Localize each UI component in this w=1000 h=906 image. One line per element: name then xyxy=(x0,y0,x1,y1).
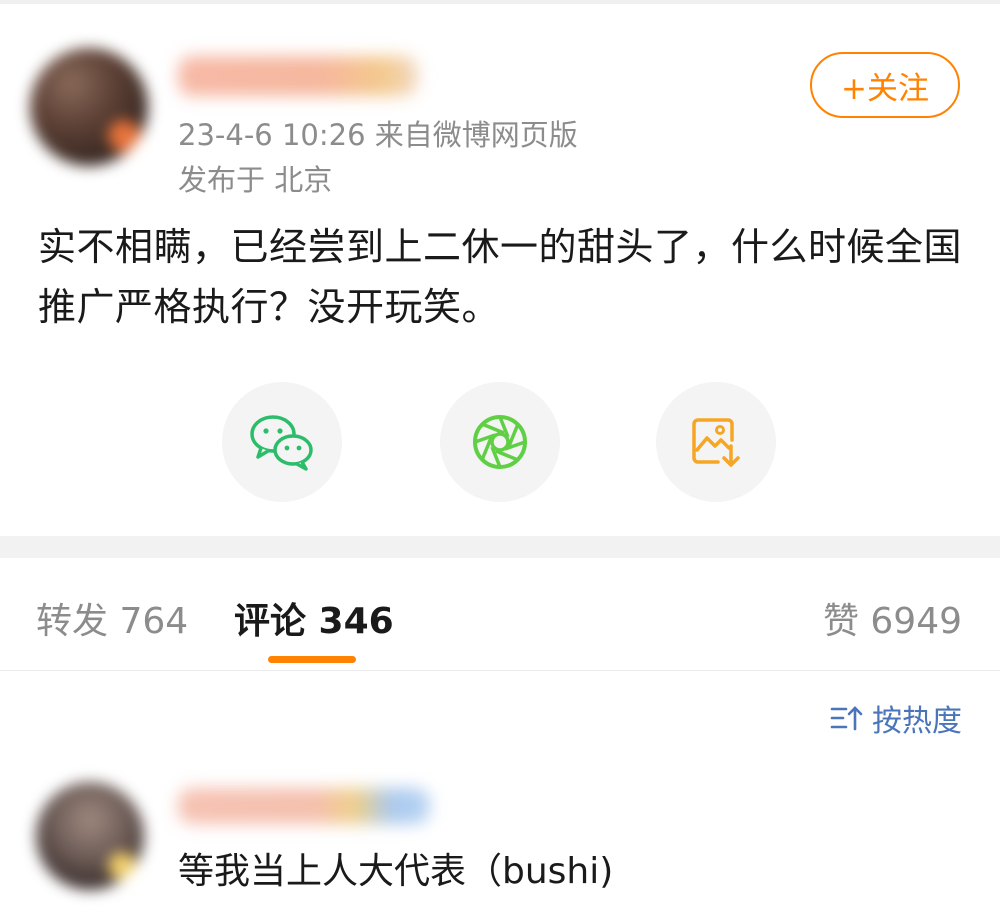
share-moments-button[interactable] xyxy=(440,382,560,502)
tabs-divider xyxy=(0,670,1000,671)
tab-likes[interactable]: 赞 6949 xyxy=(823,592,962,644)
save-image-button[interactable] xyxy=(656,382,776,502)
tab-comments[interactable]: 评论 346 xyxy=(234,592,394,644)
save-image-icon xyxy=(692,418,740,467)
post-content: 实不相瞒，已经尝到上二休一的甜头了，什么时候全国推广严格执行？没开玩笑。 xyxy=(38,225,963,329)
comment-text: 等我当上人大代表（bushi) xyxy=(178,851,614,892)
share-wechat-button[interactable] xyxy=(222,382,342,502)
post-author-avatar[interactable] xyxy=(30,48,148,166)
top-divider xyxy=(0,0,1000,4)
sort-label: 按热度 xyxy=(872,704,962,739)
moments-icon xyxy=(473,415,527,469)
active-tab-indicator xyxy=(268,656,356,663)
section-divider xyxy=(0,536,1000,558)
tab-reposts[interactable]: 转发 764 xyxy=(36,592,188,644)
follow-button-label: +关注 xyxy=(841,70,929,107)
sort-by-hot-button[interactable]: 按热度 xyxy=(830,696,962,740)
comment-author-name[interactable] xyxy=(178,788,430,824)
follow-button[interactable]: +关注 xyxy=(810,52,960,118)
post-author-name[interactable] xyxy=(178,56,418,96)
sort-icon xyxy=(830,706,863,731)
wechat-icon xyxy=(250,415,313,471)
post-location: 发布于 北京 xyxy=(178,163,333,197)
comment-author-avatar[interactable] xyxy=(36,782,144,890)
post-time-source: 23-4-6 10:26 来自微博网页版 xyxy=(178,118,578,152)
